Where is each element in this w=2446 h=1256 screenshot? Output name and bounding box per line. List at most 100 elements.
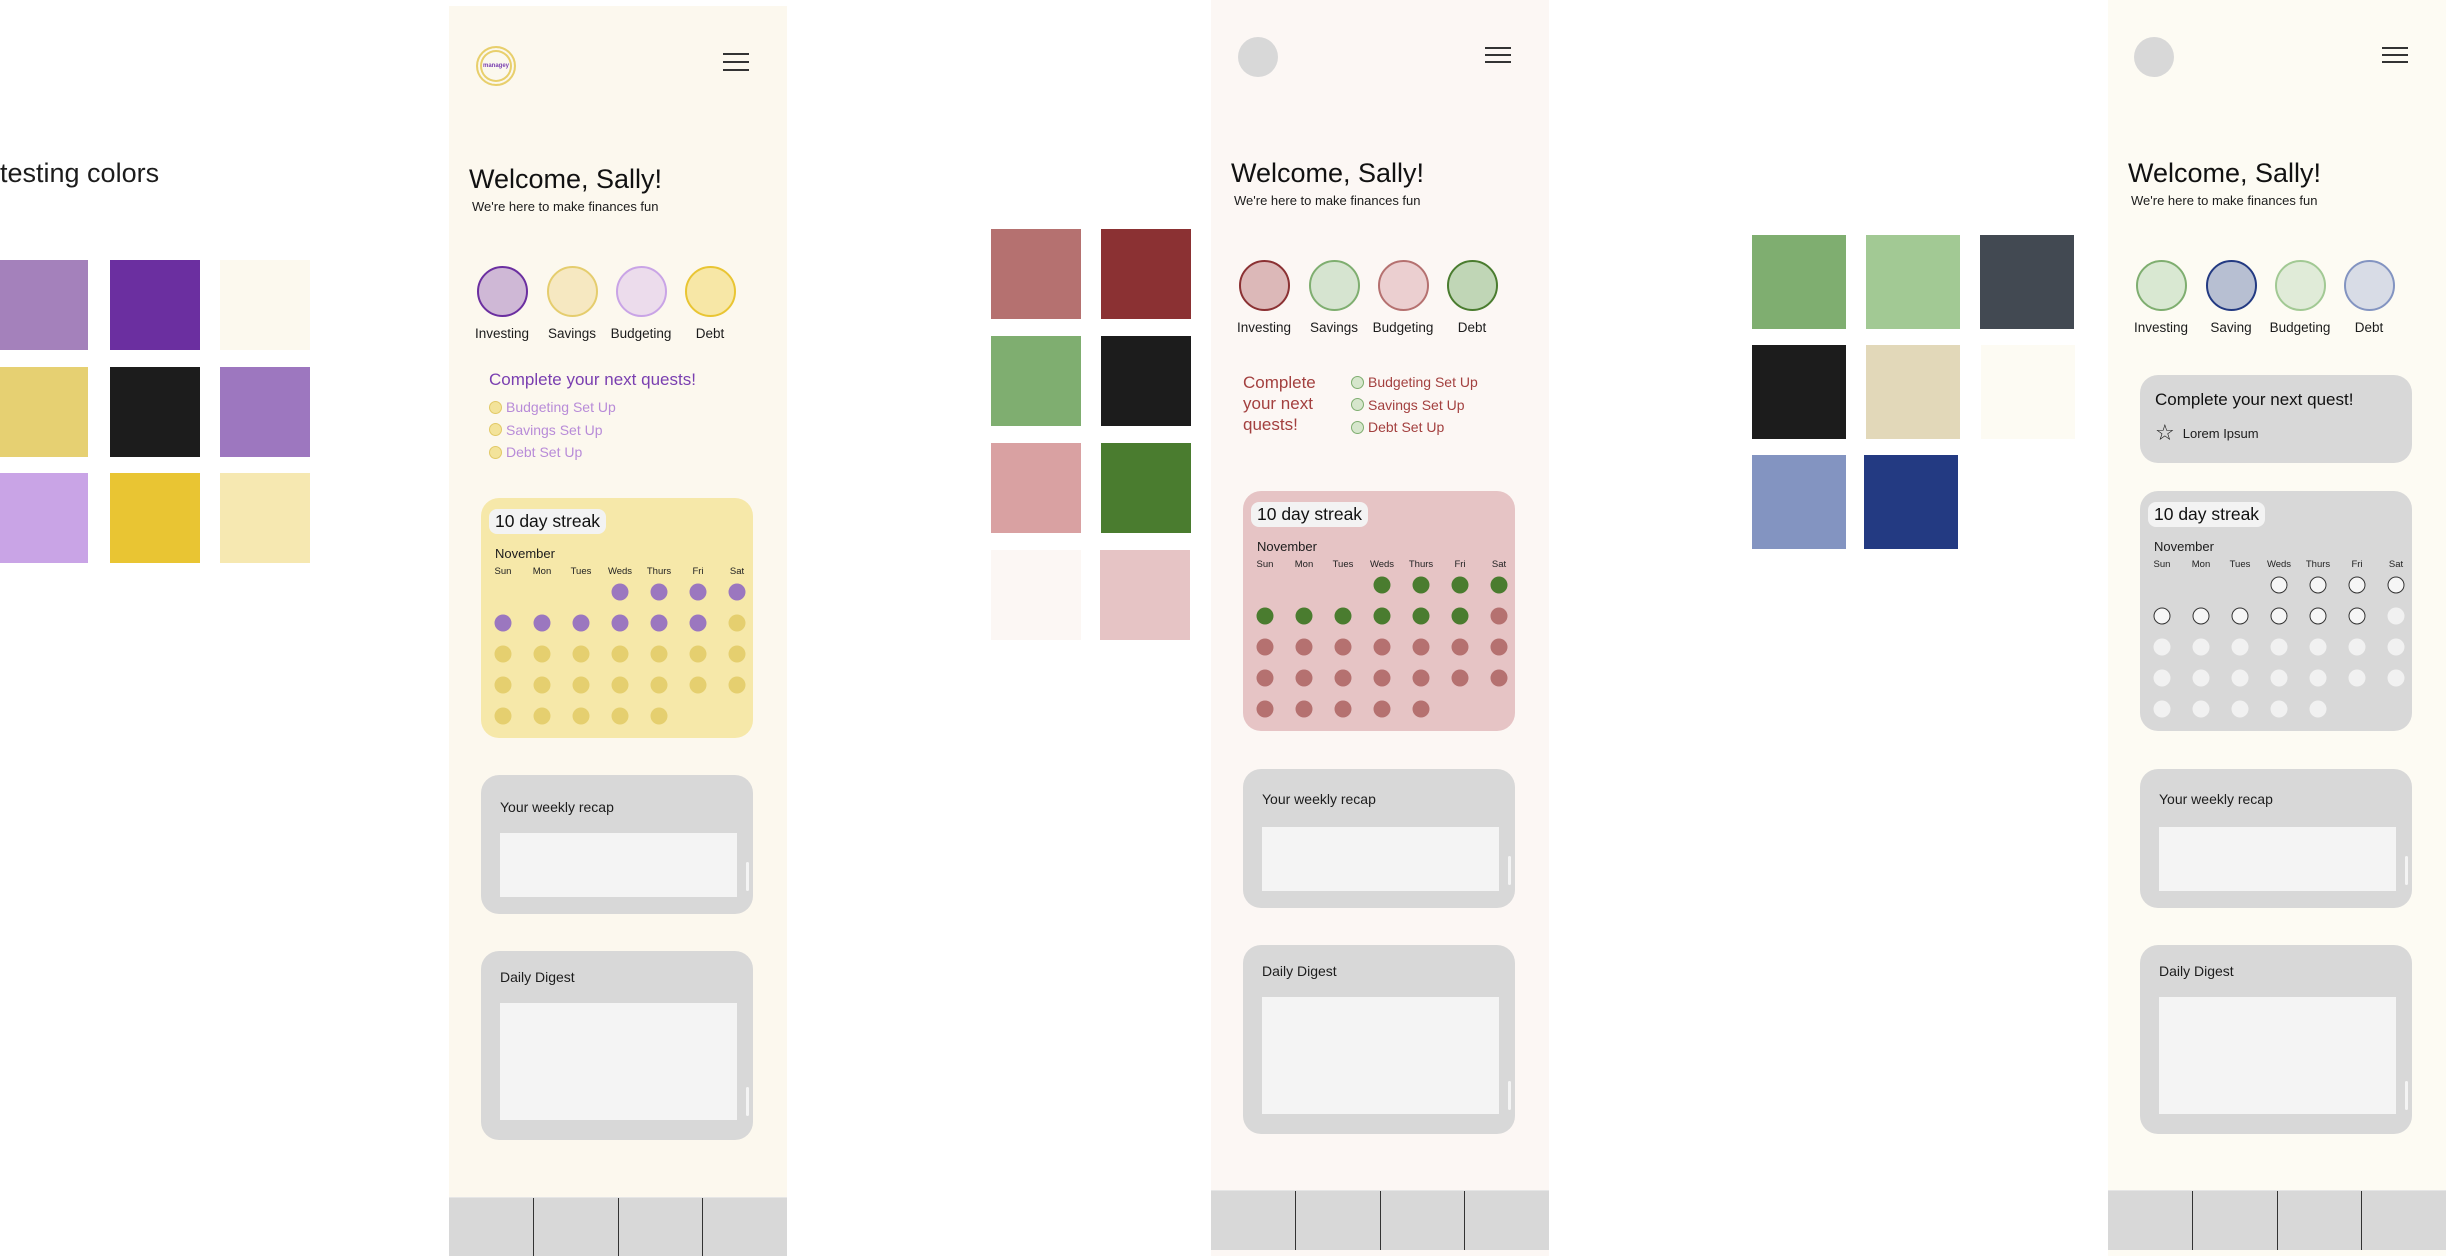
nav-tab[interactable]: [2108, 1191, 2193, 1250]
category-saving[interactable]: Saving: [2196, 260, 2266, 335]
streak-day[interactable]: [611, 645, 629, 663]
streak-day-complete[interactable]: [2153, 607, 2171, 625]
streak-day-complete[interactable]: [1295, 607, 1313, 625]
quest-item[interactable]: Savings Set Up: [489, 422, 603, 438]
streak-day[interactable]: [533, 707, 551, 725]
streak-day[interactable]: [494, 707, 512, 725]
streak-day[interactable]: [1373, 700, 1391, 718]
quest-checkbox-icon[interactable]: [1351, 398, 1364, 411]
category-savings[interactable]: Savings: [537, 266, 607, 341]
quest-item[interactable]: Debt Set Up: [1351, 419, 1444, 435]
streak-day[interactable]: [2231, 669, 2249, 687]
quest-checkbox-icon[interactable]: [489, 400, 502, 414]
nav-tab[interactable]: [2278, 1191, 2363, 1250]
streak-day[interactable]: [1451, 669, 1469, 687]
streak-day[interactable]: [1256, 669, 1274, 687]
streak-day[interactable]: [1373, 669, 1391, 687]
menu-icon[interactable]: [2382, 47, 2408, 63]
streak-day-complete[interactable]: [2348, 576, 2366, 594]
streak-day[interactable]: [533, 676, 551, 694]
streak-day[interactable]: [1334, 700, 1352, 718]
category-budgeting[interactable]: Budgeting: [1368, 260, 1438, 335]
streak-day[interactable]: [2387, 638, 2405, 656]
streak-day-complete[interactable]: [1490, 576, 1508, 594]
category-debt[interactable]: Debt: [2334, 260, 2404, 335]
streak-day[interactable]: [494, 645, 512, 663]
streak-day-complete[interactable]: [2270, 576, 2288, 594]
weekly-recap-card[interactable]: Your weekly recap: [1243, 769, 1515, 908]
streak-day-complete[interactable]: [1373, 607, 1391, 625]
streak-day[interactable]: [572, 645, 590, 663]
nav-tab[interactable]: [1465, 1191, 1549, 1250]
quest-card[interactable]: Complete your next quest! ☆ Lorem Ipsum: [2140, 375, 2412, 463]
streak-day[interactable]: [2153, 669, 2171, 687]
streak-day-complete[interactable]: [2270, 607, 2288, 625]
quest-item[interactable]: ☆ Lorem Ipsum: [2155, 422, 2259, 444]
streak-day[interactable]: [2309, 638, 2327, 656]
streak-day[interactable]: [1295, 669, 1313, 687]
quest-item[interactable]: Debt Set Up: [489, 444, 582, 460]
streak-day-complete[interactable]: [2192, 607, 2210, 625]
streak-day[interactable]: [572, 676, 590, 694]
logo-placeholder[interactable]: [2134, 37, 2174, 77]
nav-tab[interactable]: [2362, 1191, 2446, 1250]
nav-tab[interactable]: [1381, 1191, 1466, 1250]
streak-day[interactable]: [2192, 669, 2210, 687]
streak-day[interactable]: [728, 614, 746, 632]
streak-day[interactable]: [1412, 669, 1430, 687]
streak-day[interactable]: [2348, 669, 2366, 687]
category-investing[interactable]: Investing: [2126, 260, 2196, 335]
streak-day[interactable]: [2270, 700, 2288, 718]
streak-day[interactable]: [650, 676, 668, 694]
nav-tab[interactable]: [534, 1198, 619, 1256]
streak-day[interactable]: [611, 707, 629, 725]
streak-day-complete[interactable]: [1412, 607, 1430, 625]
streak-day[interactable]: [1256, 638, 1274, 656]
nav-tab[interactable]: [2193, 1191, 2278, 1250]
daily-digest-card[interactable]: Daily Digest: [481, 951, 753, 1140]
weekly-recap-card[interactable]: Your weekly recap: [481, 775, 753, 914]
streak-day[interactable]: [572, 707, 590, 725]
streak-day[interactable]: [689, 645, 707, 663]
streak-day-complete[interactable]: [611, 614, 629, 632]
quest-item[interactable]: Budgeting Set Up: [1351, 374, 1478, 390]
daily-digest-scrollbar[interactable]: [2405, 1081, 2408, 1110]
streak-day[interactable]: [2309, 700, 2327, 718]
streak-day-complete[interactable]: [572, 614, 590, 632]
streak-day[interactable]: [2153, 700, 2171, 718]
quest-checkbox-icon[interactable]: [1351, 420, 1364, 434]
quest-checkbox-icon[interactable]: [489, 423, 502, 436]
nav-tab[interactable]: [449, 1198, 534, 1256]
streak-day-complete[interactable]: [2231, 607, 2249, 625]
streak-day[interactable]: [1334, 669, 1352, 687]
weekly-recap-scrollbar[interactable]: [1508, 856, 1511, 885]
logo-placeholder[interactable]: [1238, 37, 1278, 77]
streak-day-complete[interactable]: [689, 583, 707, 601]
category-investing[interactable]: Investing: [467, 266, 537, 341]
streak-day[interactable]: [728, 645, 746, 663]
streak-day[interactable]: [728, 676, 746, 694]
streak-day-complete[interactable]: [2309, 576, 2327, 594]
nav-tab[interactable]: [619, 1198, 704, 1256]
menu-icon[interactable]: [723, 53, 749, 71]
streak-day-complete[interactable]: [533, 614, 551, 632]
streak-day[interactable]: [1334, 638, 1352, 656]
streak-day[interactable]: [1295, 700, 1313, 718]
category-debt[interactable]: Debt: [675, 266, 745, 341]
streak-day[interactable]: [689, 676, 707, 694]
daily-digest-scrollbar[interactable]: [746, 1087, 749, 1116]
streak-day-complete[interactable]: [728, 583, 746, 601]
streak-day-complete[interactable]: [1256, 607, 1274, 625]
quest-checkbox-icon[interactable]: [489, 445, 502, 459]
quest-item[interactable]: Savings Set Up: [1351, 397, 1465, 413]
streak-day-complete[interactable]: [494, 614, 512, 632]
quest-checkbox-icon[interactable]: [1351, 375, 1364, 389]
streak-day[interactable]: [1256, 700, 1274, 718]
streak-day[interactable]: [1451, 638, 1469, 656]
streak-day-complete[interactable]: [1334, 607, 1352, 625]
streak-day-complete[interactable]: [2387, 576, 2405, 594]
weekly-recap-scrollbar[interactable]: [2405, 856, 2408, 885]
daily-digest-scrollbar[interactable]: [1508, 1081, 1511, 1110]
nav-tab[interactable]: [1296, 1191, 1381, 1250]
app-logo[interactable]: managey: [476, 46, 516, 86]
